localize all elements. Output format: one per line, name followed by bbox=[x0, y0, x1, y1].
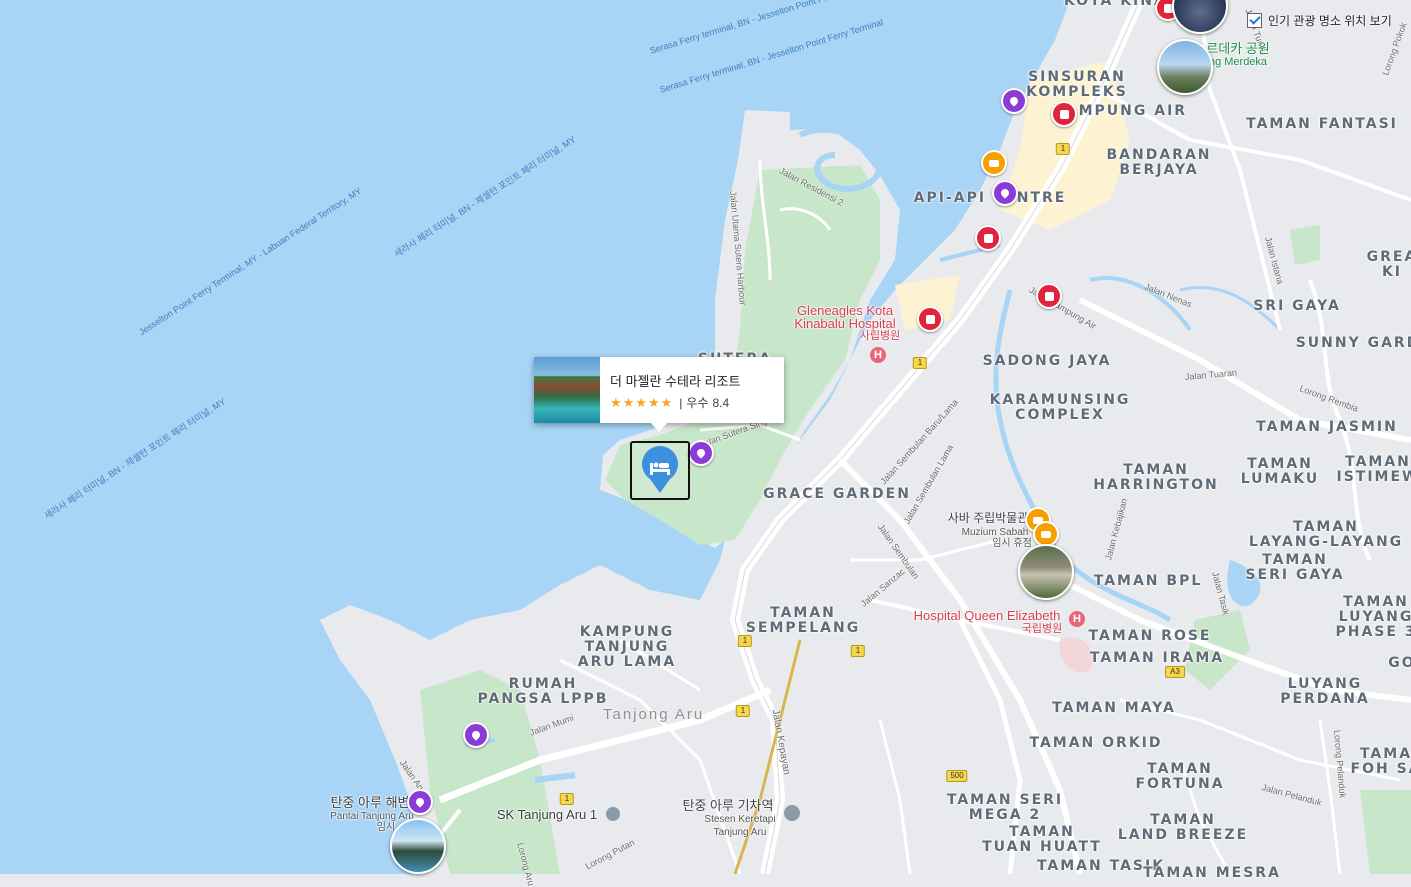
attraction-photo-thumbnail[interactable] bbox=[1018, 544, 1074, 600]
attraction-pin-icon[interactable] bbox=[1001, 88, 1027, 114]
attraction-pin-icon[interactable] bbox=[407, 789, 433, 815]
shopping-bag-icon[interactable] bbox=[917, 306, 943, 332]
poi-sublabel-queen-elizabeth: 국립병원 bbox=[1022, 623, 1062, 636]
area-label: TAMAN SEMPELANG bbox=[746, 606, 860, 636]
show-attractions-toggle[interactable]: 인기 관광 명소 위치 보기 bbox=[1247, 12, 1392, 29]
bed-icon bbox=[632, 443, 688, 498]
area-label: GREA KI bbox=[1367, 250, 1411, 280]
shopping-bag-icon[interactable] bbox=[1036, 283, 1062, 309]
area-label: TAMAN FORTUNA bbox=[1135, 762, 1224, 792]
school-icon[interactable] bbox=[606, 807, 620, 821]
route-shield: A3 bbox=[1165, 666, 1185, 678]
hotel-card-pointer bbox=[650, 422, 668, 432]
attraction-pin-icon[interactable] bbox=[688, 440, 714, 466]
area-label: KARAMUNSING COMPLEX bbox=[990, 393, 1131, 423]
area-label: TAMAN LUYANG PHASE 3 bbox=[1335, 595, 1411, 640]
attraction-photo-thumbnail[interactable] bbox=[390, 818, 446, 874]
area-label: KAMPUNG TANJUNG ARU LAMA bbox=[578, 625, 676, 670]
poi-label-gleneagles[interactable]: Gleneagles Kota Kinabalu Hospital bbox=[794, 304, 895, 330]
route-shield: 1 bbox=[560, 793, 574, 805]
poi-label-tanjung-aru-beach[interactable]: 탄중 아루 해변 bbox=[331, 796, 410, 809]
hotel-info-card[interactable]: 더 마젤란 수테라 리조트 ★★★★★ | 우수 8.4 bbox=[534, 357, 784, 423]
area-label: TAMAN ROSE bbox=[1089, 629, 1212, 644]
area-label: LUYANG PERDANA bbox=[1280, 677, 1370, 707]
star-rating: ★★★★★ bbox=[610, 395, 673, 411]
show-attractions-checkbox[interactable] bbox=[1247, 13, 1262, 28]
area-label: TAMAN BPL bbox=[1094, 574, 1203, 589]
route-shield: 1 bbox=[736, 705, 750, 717]
area-label: TAMAN MAYA bbox=[1052, 701, 1176, 716]
area-label: TAMAN ISTIMEW bbox=[1337, 455, 1411, 485]
area-label: TAMAN LAYANG-LAYANG bbox=[1249, 520, 1403, 550]
area-label: BANDARAN BERJAYA bbox=[1106, 148, 1211, 178]
area-label: API-API CENTRE bbox=[914, 191, 1067, 206]
poi-sublabel-merdeka-park: ng Merdeka bbox=[1209, 56, 1267, 69]
shopping-bag-icon[interactable] bbox=[975, 225, 1001, 251]
area-label: TAMAN LAND BREEZE bbox=[1118, 813, 1248, 843]
hospital-icon[interactable]: H bbox=[870, 347, 886, 363]
camera-icon[interactable] bbox=[981, 150, 1007, 176]
district-label: Tanjong Aru bbox=[603, 706, 704, 723]
poi-label-merdeka-park[interactable]: 르데카 공원 bbox=[1206, 42, 1269, 55]
poi-sublabel-tanjung-aru-beach: Pantai Tanjung Aru bbox=[330, 810, 414, 823]
shopping-bag-icon[interactable] bbox=[1051, 101, 1077, 127]
rating-separator: | bbox=[679, 396, 682, 410]
area-label: SADONG JAYA bbox=[983, 354, 1112, 369]
area-label: TAMAN LUMAKU bbox=[1241, 457, 1320, 487]
area-label: TAMAN HARRINGTON bbox=[1093, 463, 1218, 493]
poi-sublabel-gleneagles: 사립병원 bbox=[860, 330, 900, 343]
area-label: RUMAH PANGSA LPPB bbox=[478, 677, 609, 707]
hospital-icon[interactable]: H bbox=[1069, 611, 1085, 627]
show-attractions-label: 인기 관광 명소 위치 보기 bbox=[1268, 12, 1392, 29]
area-label: SUNNY GARD bbox=[1296, 336, 1411, 351]
area-label: TAMAN ORKID bbox=[1029, 736, 1162, 751]
route-shield: 1 bbox=[851, 645, 865, 657]
poi-label-school[interactable]: SK Tanjung Aru 1 bbox=[497, 808, 597, 821]
area-label: GO bbox=[1388, 656, 1411, 671]
area-label: GRACE GARDEN bbox=[763, 487, 911, 502]
area-label: TAMA FOH SA bbox=[1351, 747, 1411, 777]
poi-sublabel-station: Stesen Keretapi Tanjung Aru bbox=[704, 813, 775, 839]
train-station-icon[interactable] bbox=[784, 805, 800, 821]
route-shield: 1 bbox=[738, 635, 752, 647]
area-label: TAMAN IRAMA bbox=[1090, 651, 1224, 666]
attraction-photo-thumbnail[interactable] bbox=[1157, 39, 1213, 95]
poi-label-station[interactable]: 탄중 아루 기차역 bbox=[683, 799, 774, 812]
poi-label-museum[interactable]: 사바 주립박물관 bbox=[948, 512, 1029, 525]
rating-label: 우수 bbox=[686, 394, 708, 411]
rating-value: 8.4 bbox=[713, 396, 730, 410]
route-shield: 1 bbox=[913, 357, 927, 369]
poi-label-queen-elizabeth[interactable]: Hospital Queen Elizabeth bbox=[914, 609, 1061, 622]
area-label: SRI GAYA bbox=[1253, 299, 1341, 314]
area-label: TAMAN SERI GAYA bbox=[1245, 553, 1344, 583]
hotel-name: 더 마젤란 수테라 리조트 bbox=[610, 371, 740, 390]
area-label: TAMAN TUAN HUATT bbox=[982, 825, 1102, 855]
map-canvas[interactable]: Serasa Ferry terminal, BN - Jesselton Po… bbox=[0, 0, 1411, 874]
attraction-pin-icon[interactable] bbox=[463, 722, 489, 748]
area-label: TAMAN JASMIN bbox=[1256, 420, 1398, 435]
poi-status-museum: 임시 휴점 bbox=[992, 537, 1032, 550]
route-shield: 1 bbox=[1056, 143, 1070, 155]
selected-hotel-marker[interactable] bbox=[630, 441, 690, 500]
attraction-pin-icon[interactable] bbox=[992, 180, 1018, 206]
route-shield: 500 bbox=[946, 770, 967, 782]
area-label: SINSURAN KOMPLEKS bbox=[1026, 70, 1128, 100]
hotel-photo bbox=[534, 357, 600, 423]
area-label: TAMAN FANTASI bbox=[1246, 117, 1398, 132]
area-label: TAMAN SERI MEGA 2 bbox=[947, 793, 1063, 823]
